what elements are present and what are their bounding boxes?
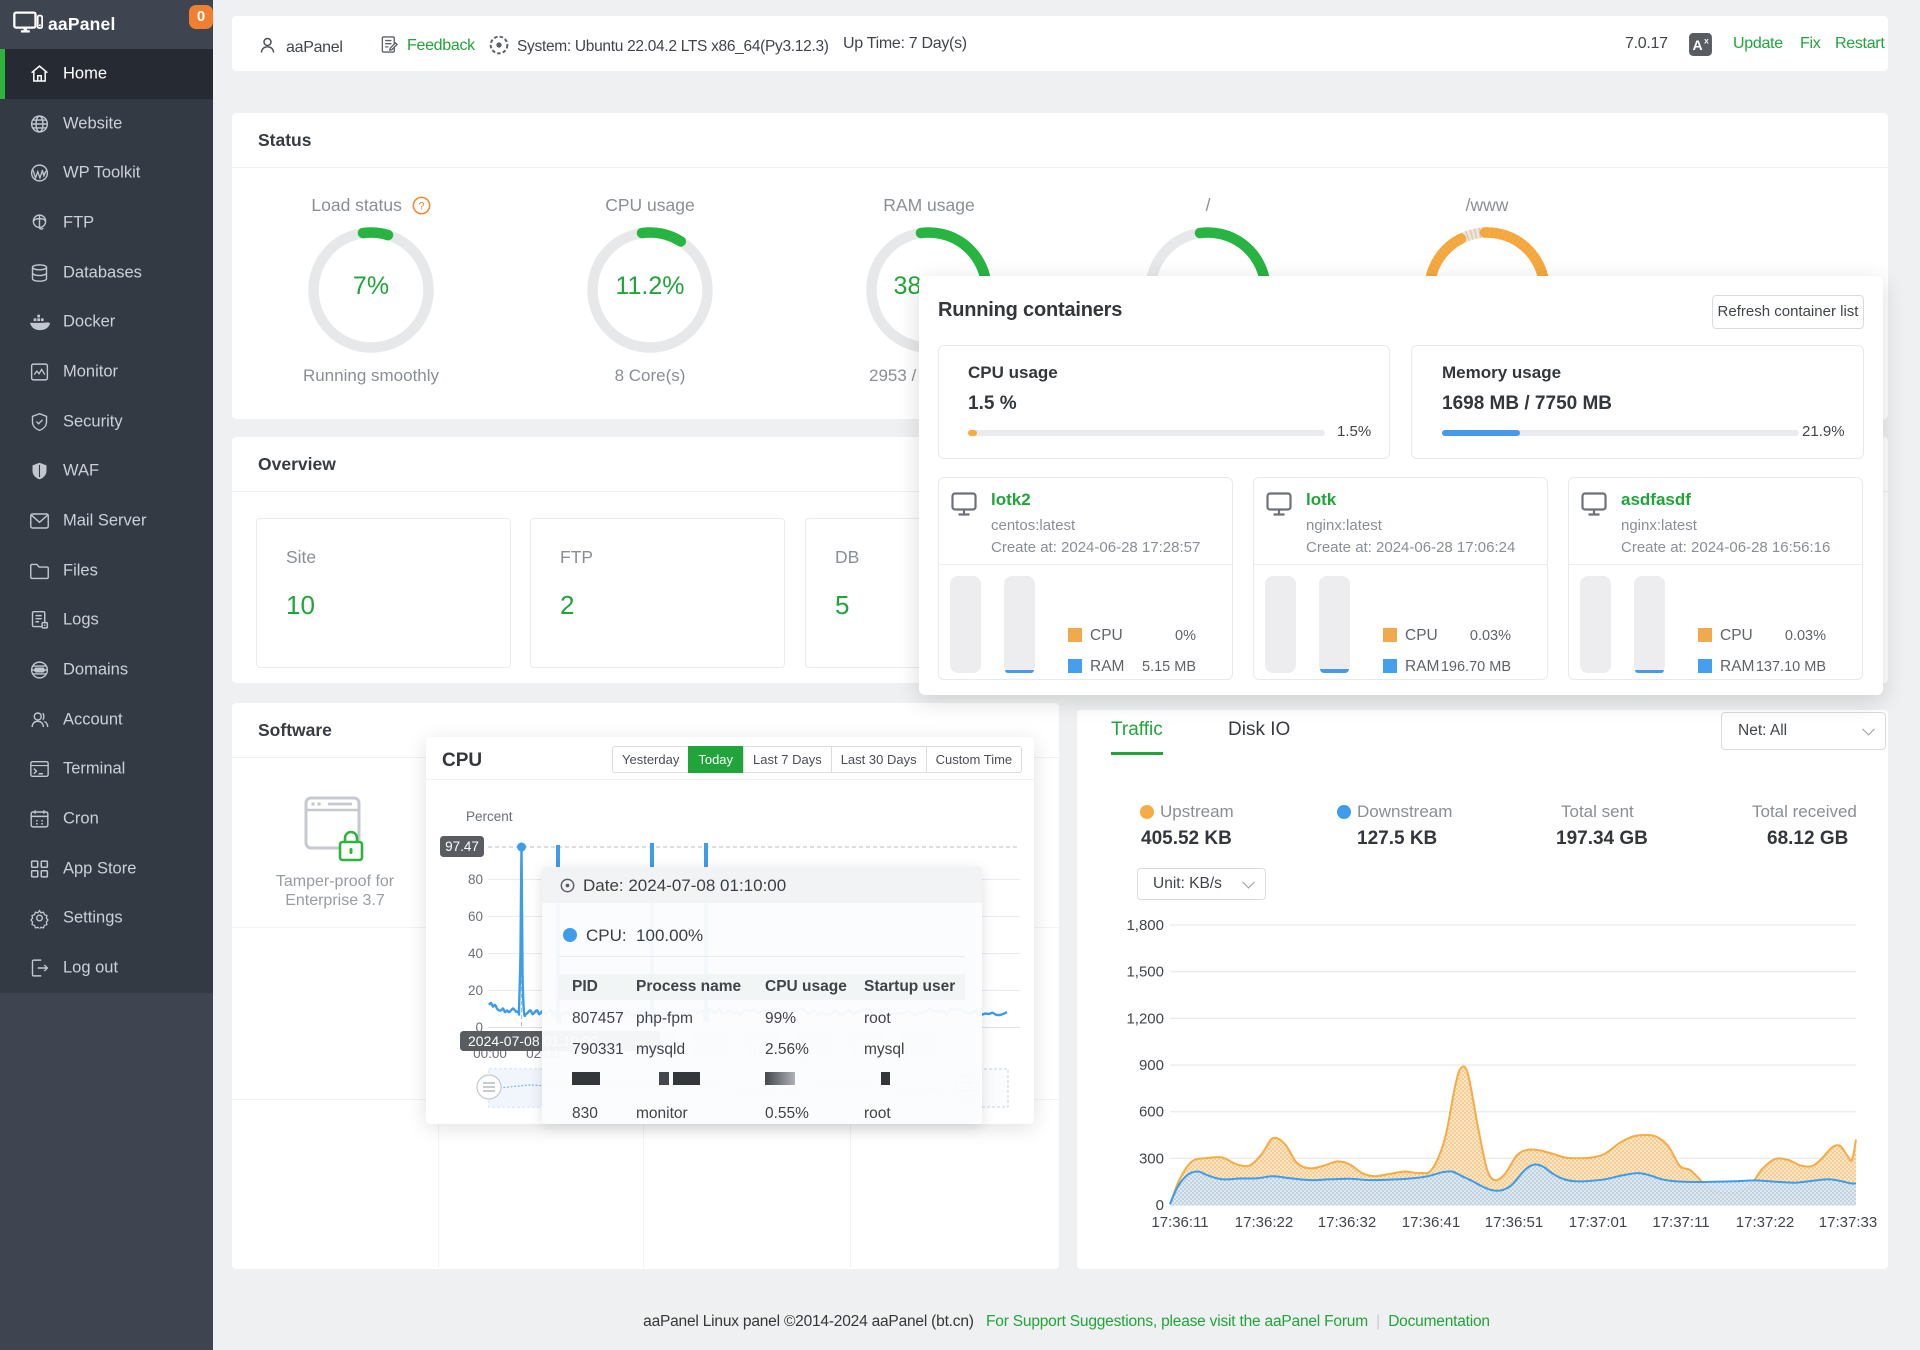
svg-text:300: 300: [1139, 1150, 1164, 1167]
svg-text:17:36:22: 17:36:22: [1235, 1214, 1293, 1231]
svg-text:17:37:11: 17:37:11: [1652, 1214, 1709, 1231]
svg-text:A: A: [1692, 37, 1702, 53]
svg-text:1,800: 1,800: [1126, 917, 1164, 934]
svg-text:?: ?: [418, 200, 424, 212]
svg-text:900: 900: [1139, 1057, 1164, 1074]
svg-text:x: x: [1704, 35, 1709, 45]
svg-text:97.47: 97.47: [445, 839, 479, 854]
svg-text:600: 600: [1139, 1104, 1164, 1121]
svg-text:1,200: 1,200: [1126, 1010, 1164, 1027]
svg-text:0: 0: [1156, 1197, 1164, 1214]
svg-text:17:37:01: 17:37:01: [1569, 1214, 1627, 1231]
svg-text:1,500: 1,500: [1126, 964, 1164, 981]
svg-text:17:36:11: 17:36:11: [1151, 1214, 1208, 1231]
svg-text:17:36:32: 17:36:32: [1318, 1214, 1376, 1231]
svg-text:Percent: Percent: [466, 809, 513, 824]
svg-text:17:37:22: 17:37:22: [1736, 1214, 1794, 1231]
svg-text:80: 80: [468, 872, 483, 887]
svg-text:17:37:33: 17:37:33: [1819, 1214, 1877, 1231]
svg-text:40: 40: [468, 946, 483, 961]
svg-text:17:36:41: 17:36:41: [1402, 1214, 1460, 1231]
svg-text:17:36:51: 17:36:51: [1485, 1214, 1543, 1231]
svg-text:20: 20: [468, 983, 483, 998]
svg-text:60: 60: [468, 909, 483, 924]
